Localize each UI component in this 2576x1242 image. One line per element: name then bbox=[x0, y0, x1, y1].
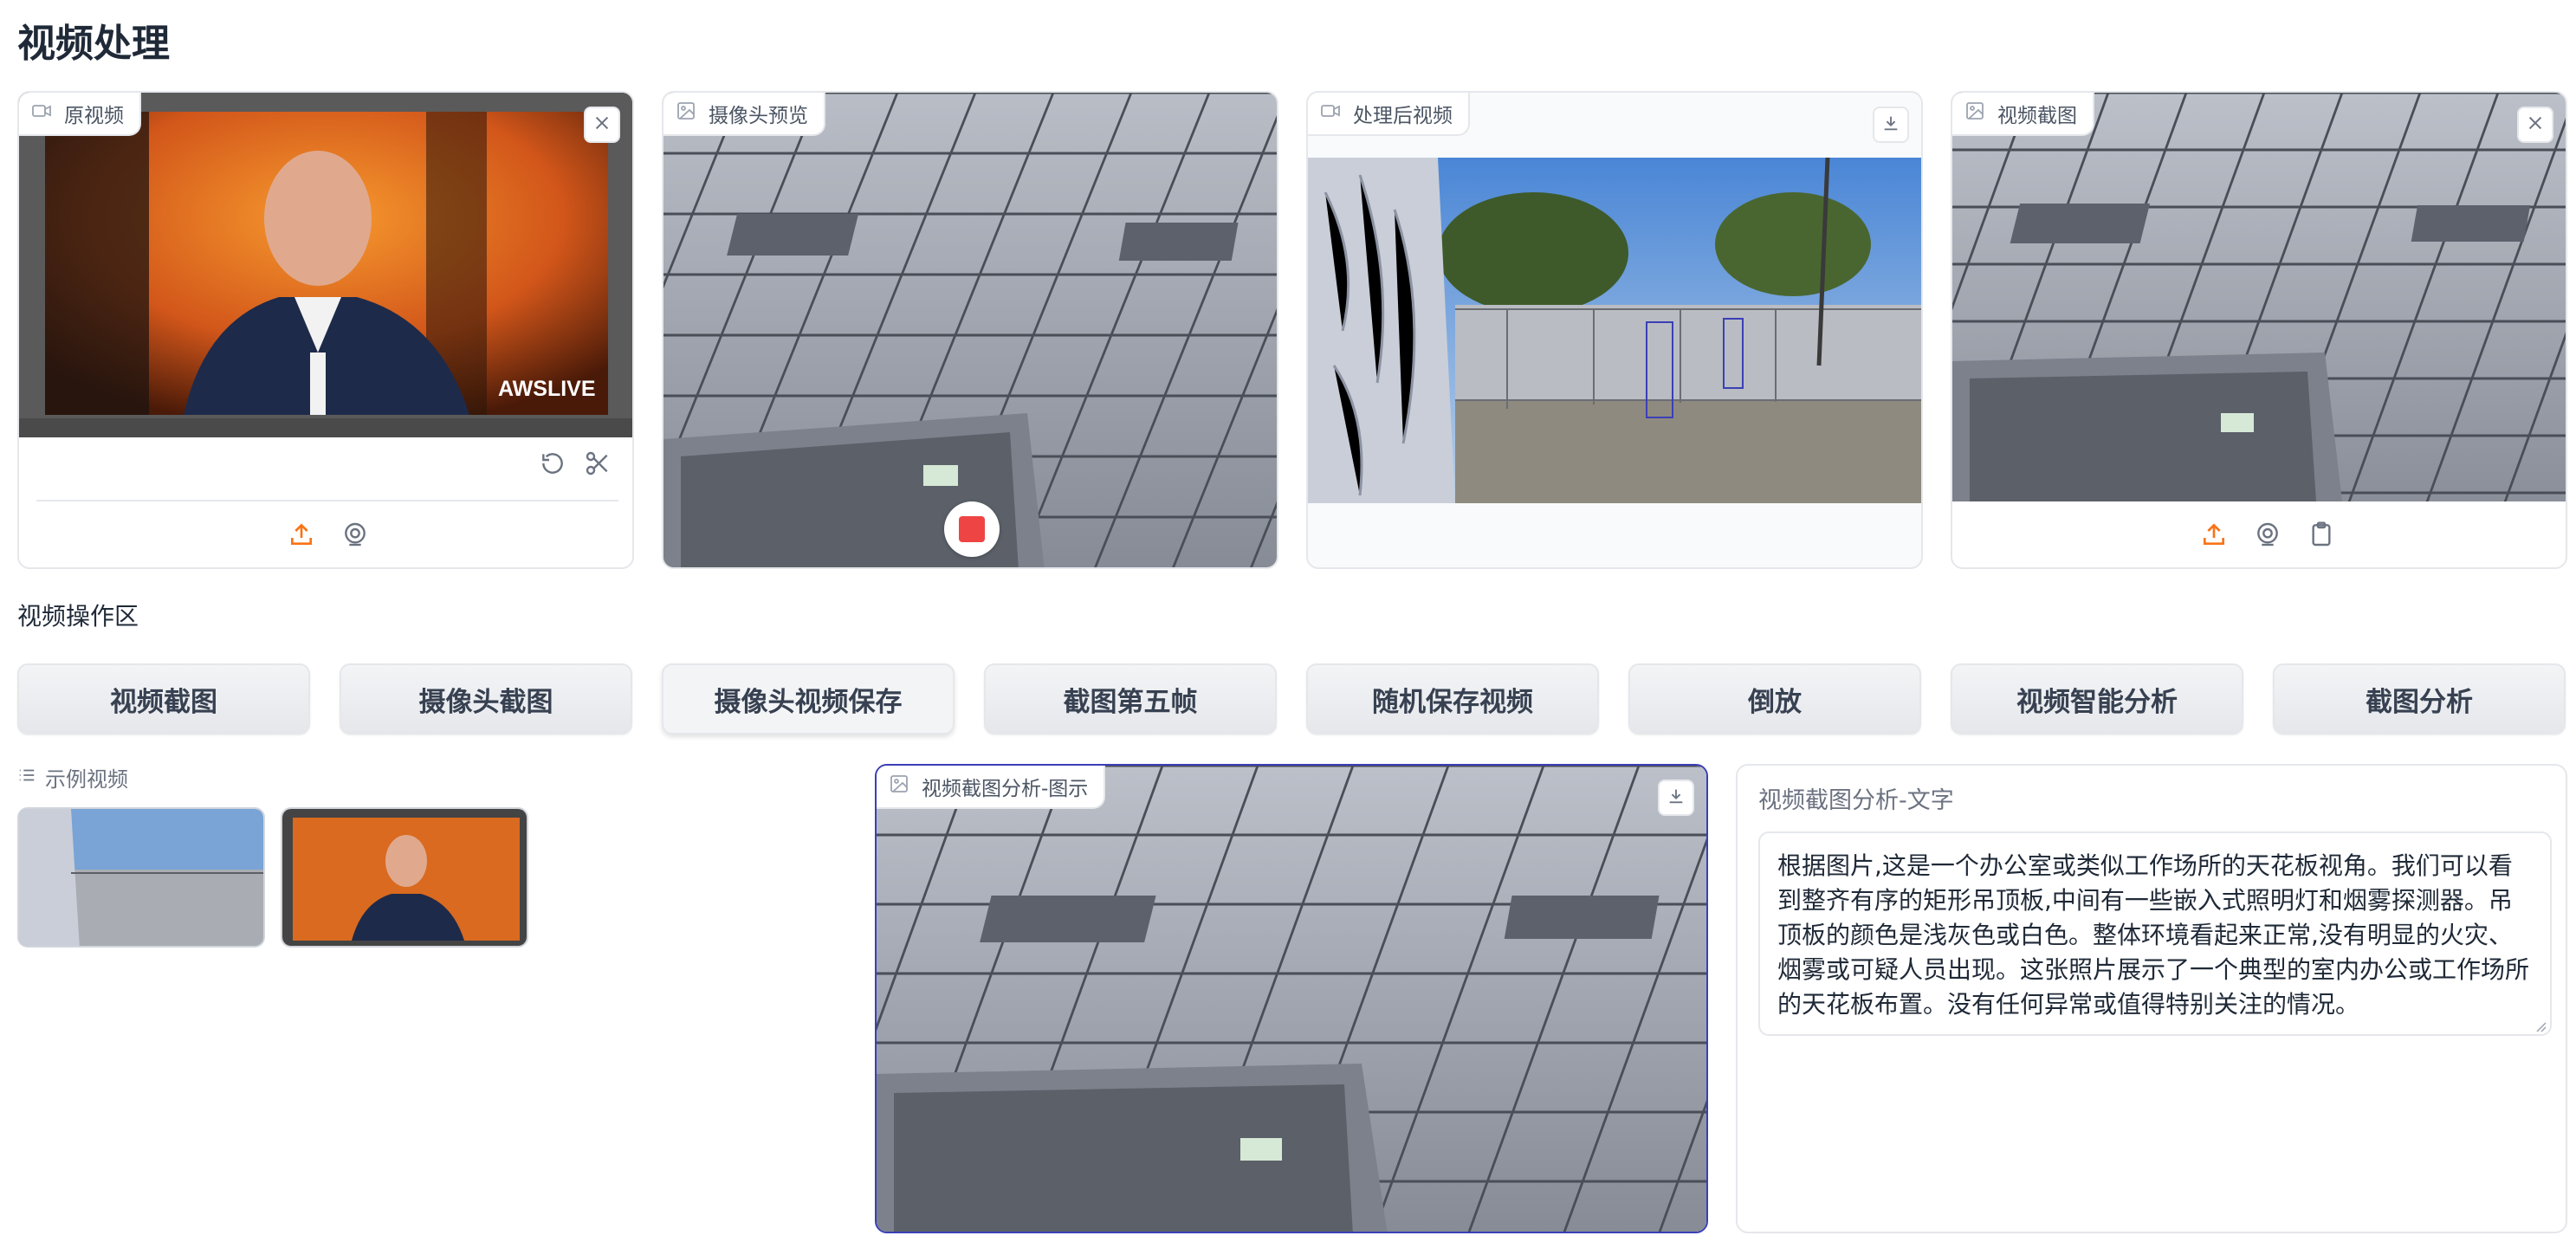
video-screenshot-image bbox=[1952, 93, 2566, 501]
processed-video-badge: 处理后视频 bbox=[1308, 93, 1470, 136]
processed-video-label: 处理后视频 bbox=[1353, 105, 1453, 127]
image-icon bbox=[1964, 100, 1985, 126]
screenshot-analysis-image-label: 视频截图分析-图示 bbox=[922, 778, 1089, 800]
close-button[interactable] bbox=[584, 107, 620, 143]
screenshot-analysis-image-panel: 视频截图分析-图示 bbox=[875, 764, 1708, 1233]
original-video-badge: 原视频 bbox=[19, 93, 141, 136]
screenshot-analysis-text-label: 视频截图分析-文字 bbox=[1758, 787, 1954, 814]
video-smart-analysis-button[interactable]: 视频智能分析 bbox=[1951, 663, 2243, 734]
example-video-thumbnail[interactable] bbox=[281, 807, 528, 948]
processed-video-panel: 处理后视频 bbox=[1306, 91, 1923, 569]
random-save-video-button[interactable]: 随机保存视频 bbox=[1306, 663, 1599, 734]
upload-icon[interactable] bbox=[2200, 521, 2228, 552]
webcam-icon[interactable] bbox=[2254, 521, 2282, 552]
original-video-panel: 原视频 AWSLIVE bbox=[17, 91, 634, 569]
source-toolbar bbox=[2200, 521, 2335, 552]
divider bbox=[36, 500, 618, 501]
download-button[interactable] bbox=[1873, 107, 1909, 143]
scissors-icon[interactable] bbox=[584, 450, 612, 481]
operations-section-label: 视频操作区 bbox=[17, 602, 139, 631]
camera-preview-feed bbox=[663, 93, 1277, 567]
page-title: 视频处理 bbox=[17, 22, 170, 66]
stop-record-button[interactable] bbox=[944, 501, 1000, 557]
screenshot-analysis-button[interactable]: 截图分析 bbox=[2273, 663, 2566, 734]
undo-icon[interactable] bbox=[539, 450, 566, 481]
camera-screenshot-button[interactable]: 摄像头截图 bbox=[340, 663, 632, 734]
example-video-thumbnail[interactable] bbox=[17, 807, 265, 948]
resize-handle-icon[interactable] bbox=[2533, 1019, 2547, 1032]
camera-preview-panel: 摄像头预览 bbox=[662, 91, 1278, 569]
original-video-label: 原视频 bbox=[64, 105, 124, 127]
stop-icon bbox=[959, 516, 985, 542]
aws-live-overlay: AWSLIVE bbox=[498, 377, 596, 401]
examples-label-text: 示例视频 bbox=[45, 767, 128, 792]
screenshot-fifth-frame-button[interactable]: 截图第五帧 bbox=[984, 663, 1277, 734]
screenshot-analysis-image bbox=[877, 766, 1706, 1232]
video-screenshot-badge: 视频截图 bbox=[1952, 93, 2094, 136]
close-icon bbox=[2526, 113, 2545, 136]
reverse-button[interactable]: 倒放 bbox=[1628, 663, 1921, 734]
camera-preview-badge: 摄像头预览 bbox=[663, 93, 825, 136]
video-camera-icon bbox=[1320, 100, 1341, 126]
examples-label: 示例视频 bbox=[17, 762, 128, 792]
camera-preview-label: 摄像头预览 bbox=[709, 105, 808, 127]
trim-toolbar bbox=[539, 450, 612, 481]
image-icon bbox=[676, 100, 696, 126]
video-screenshot-button[interactable]: 视频截图 bbox=[17, 663, 310, 734]
screenshot-analysis-textarea[interactable]: 根据图片,这是一个办公室或类似工作场所的天花板视角。我们可以看到整齐有序的矩形吊… bbox=[1758, 831, 2552, 1036]
video-camera-icon bbox=[31, 100, 52, 126]
screenshot-analysis-image-badge: 视频截图分析-图示 bbox=[877, 766, 1106, 809]
source-toolbar bbox=[288, 521, 369, 552]
download-icon bbox=[1881, 113, 1900, 136]
video-screenshot-panel: 视频截图 bbox=[1951, 91, 2567, 569]
download-icon bbox=[1667, 786, 1686, 809]
camera-video-save-button[interactable]: 摄像头视频保存 bbox=[662, 663, 955, 734]
video-screenshot-label: 视频截图 bbox=[1997, 105, 2077, 127]
clipboard-icon[interactable] bbox=[2307, 521, 2335, 552]
image-icon bbox=[889, 773, 909, 799]
processed-video-player[interactable] bbox=[1308, 158, 1921, 503]
list-icon bbox=[17, 766, 36, 790]
close-icon bbox=[592, 113, 612, 136]
upload-icon[interactable] bbox=[288, 521, 315, 552]
download-button[interactable] bbox=[1658, 779, 1694, 816]
webcam-icon[interactable] bbox=[341, 521, 369, 552]
close-button[interactable] bbox=[2517, 107, 2553, 143]
